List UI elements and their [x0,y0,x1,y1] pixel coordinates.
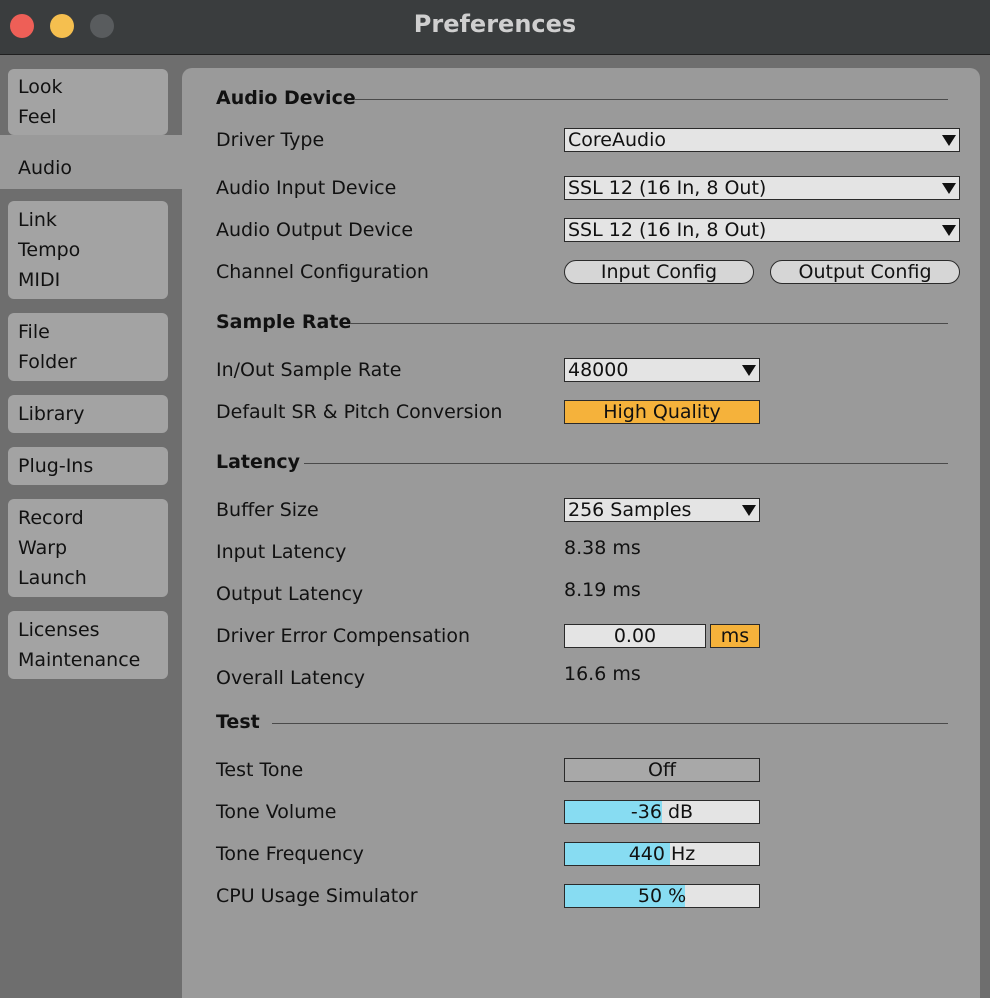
sidebar-item-look[interactable]: Look [18,72,168,102]
driver-error-compensation-label: Driver Error Compensation [216,625,470,647]
tone-frequency-value: 440 Hz [628,843,696,865]
driver-type-value: CoreAudio [568,129,666,151]
sidebar-group-audio: Audio [0,135,182,189]
tone-volume-slider[interactable]: -36 dB [564,800,760,824]
section-title-audio-device: Audio Device [216,87,356,109]
sidebar-item-file[interactable]: File [18,317,168,347]
input-config-button[interactable]: Input Config [564,260,754,284]
dropdown-arrow-icon [942,183,956,194]
sidebar-item-audio[interactable]: Audio [18,153,182,183]
sidebar-item-tempo[interactable]: Tempo [18,235,168,265]
dropdown-arrow-icon [942,135,956,146]
cpu-usage-value: 50 % [637,885,687,907]
driver-error-compensation-input[interactable]: 0.00 [564,624,706,648]
sidebar-item-plugins[interactable]: Plug-Ins [18,451,168,481]
audio-input-device-label: Audio Input Device [216,177,397,199]
dropdown-arrow-icon [942,225,956,236]
sidebar-item-maintenance[interactable]: Maintenance [18,645,168,675]
sidebar-group-library: Library [8,395,168,433]
sidebar-item-library[interactable]: Library [18,399,168,429]
section-title-sample-rate: Sample Rate [216,311,352,333]
input-latency-label: Input Latency [216,541,347,563]
driver-type-dropdown[interactable]: CoreAudio [564,128,960,152]
audio-output-device-value: SSL 12 (16 In, 8 Out) [568,219,767,241]
sidebar-item-licenses[interactable]: Licenses [18,615,168,645]
section-title-test: Test [216,711,260,733]
section-divider [304,463,948,464]
sample-rate-dropdown[interactable]: 48000 [564,358,760,382]
pitch-conversion-label: Default SR & Pitch Conversion [216,401,503,423]
sidebar-item-launch[interactable]: Launch [18,563,168,593]
sidebar-item-link[interactable]: Link [18,205,168,235]
section-divider [350,323,948,324]
title-bar: Preferences [0,0,990,55]
dropdown-arrow-icon [742,365,756,376]
audio-input-device-dropdown[interactable]: SSL 12 (16 In, 8 Out) [564,176,960,200]
window-title: Preferences [413,10,577,38]
sidebar-item-record[interactable]: Record [18,503,168,533]
sidebar-item-folder[interactable]: Folder [18,347,168,377]
tone-frequency-slider[interactable]: 440 Hz [564,842,760,866]
audio-output-device-dropdown[interactable]: SSL 12 (16 In, 8 Out) [564,218,960,242]
cpu-usage-simulator-slider[interactable]: 50 % [564,884,760,908]
buffer-size-dropdown[interactable]: 256 Samples [564,498,760,522]
preferences-sidebar: Look Feel Audio Link Tempo MIDI File Fol… [0,55,182,990]
dropdown-arrow-icon [742,505,756,516]
test-tone-label: Test Tone [216,759,304,781]
section-divider [272,723,948,724]
pitch-conversion-button[interactable]: High Quality [564,400,760,424]
sidebar-item-warp[interactable]: Warp [18,533,168,563]
sidebar-group-link-tempo-midi: Link Tempo MIDI [8,201,168,299]
sidebar-item-feel[interactable]: Feel [18,102,168,132]
test-tone-toggle[interactable]: Off [564,758,760,782]
output-latency-value: 8.19 ms [564,579,641,601]
cpu-usage-simulator-label: CPU Usage Simulator [216,885,418,907]
sidebar-group-licenses-maintenance: Licenses Maintenance [8,611,168,679]
overall-latency-label: Overall Latency [216,667,366,689]
tone-volume-value: -36 dB [630,801,694,823]
sidebar-group-file-folder: File Folder [8,313,168,381]
sample-rate-label: In/Out Sample Rate [216,359,402,381]
driver-type-label: Driver Type [216,129,325,151]
sidebar-item-midi[interactable]: MIDI [18,265,168,295]
sidebar-group-record-warp-launch: Record Warp Launch [8,499,168,597]
overall-latency-value: 16.6 ms [564,663,641,685]
section-divider [354,99,948,100]
sidebar-group-look-feel: Look Feel [8,69,168,135]
audio-input-device-value: SSL 12 (16 In, 8 Out) [568,177,767,199]
sidebar-group-plugins: Plug-Ins [8,447,168,485]
input-latency-value: 8.38 ms [564,537,641,559]
tone-volume-label: Tone Volume [216,801,337,823]
audio-output-device-label: Audio Output Device [216,219,414,241]
tone-frequency-label: Tone Frequency [216,843,364,865]
sample-rate-value: 48000 [568,359,629,381]
preferences-panel: Audio Device Driver Type CoreAudio Audio… [182,68,980,998]
channel-configuration-label: Channel Configuration [216,261,429,283]
driver-error-unit-toggle[interactable]: ms [710,624,760,648]
output-config-button[interactable]: Output Config [770,260,960,284]
buffer-size-label: Buffer Size [216,499,319,521]
output-latency-label: Output Latency [216,583,364,605]
buffer-size-value: 256 Samples [568,499,692,521]
section-title-latency: Latency [216,451,301,473]
